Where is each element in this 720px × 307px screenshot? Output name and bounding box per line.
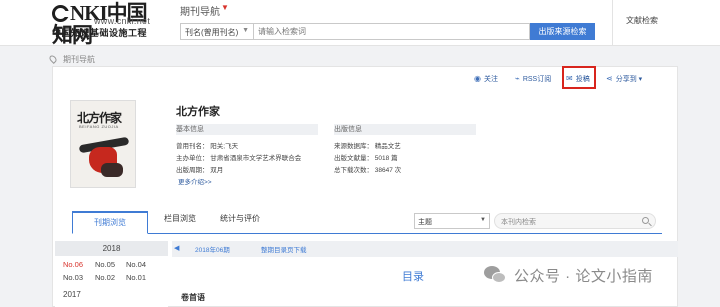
watermark: 公众号 · 论文小指南: [484, 262, 714, 290]
rss-icon: ⌁: [515, 74, 520, 83]
issue-no06[interactable]: No.06: [63, 260, 83, 269]
wechat-icon: [484, 266, 506, 284]
logo-c-icon: [52, 5, 70, 22]
sponsor: 主办单位： 甘肃省酒泉市文学艺术界联合会: [176, 155, 302, 162]
prev-issue-icon[interactable]: ◀: [174, 244, 179, 252]
search-icon[interactable]: [642, 217, 649, 224]
cover-subtitle: BEIFANG ZUOJIA: [79, 124, 119, 129]
source-search-button[interactable]: 出版来源检索: [530, 23, 595, 40]
breadcrumb: 期刊导航: [48, 54, 95, 65]
tab-stats[interactable]: 统计与评价: [220, 213, 260, 224]
eye-icon: ◉: [474, 74, 481, 83]
issue-no05[interactable]: No.05: [95, 260, 115, 269]
pub-info-header: 出版信息: [334, 124, 476, 135]
year-2018[interactable]: 2018: [55, 241, 168, 256]
issue-toc-download[interactable]: 整期目录页下载: [261, 244, 307, 254]
issue-bar: [172, 241, 678, 257]
share-icon: ⋖: [606, 74, 613, 83]
follow-button[interactable]: ◉ 关注: [474, 74, 498, 84]
toc-section: 卷首语: [181, 293, 205, 302]
tab-issue-browse[interactable]: 刊期浏览: [72, 211, 148, 234]
rss-button[interactable]: ⌁ RSS订阅: [515, 74, 551, 84]
pub-count: 出版文献量： 5018 篇: [334, 155, 398, 162]
pub-cycle: 出版周期： 双月: [176, 167, 224, 174]
toc-title: 目录: [402, 271, 424, 283]
location-pin-icon: [48, 54, 58, 64]
top-header: NKI中国知网 www.cnki.net 中国知识基础设施工程 期刊导航 ▼ 刊…: [0, 0, 720, 46]
tabs-underline: [72, 233, 662, 234]
topic-select[interactable]: 主题 ▼: [414, 213, 490, 229]
inner-search-input[interactable]: 本刊内检索: [494, 213, 656, 229]
tab-column-browse[interactable]: 栏目浏览: [164, 213, 196, 224]
header-divider: [612, 0, 613, 46]
basic-info-header: 基本信息: [176, 124, 318, 135]
journal-title: 北方作家: [176, 106, 220, 118]
watermark-text: 公众号 · 论文小指南: [514, 268, 653, 285]
contribute-highlight: [562, 66, 596, 89]
download-count: 总下载次数： 38647 次: [334, 167, 402, 174]
search-field-select[interactable]: 刊名(曾用刊名) ▼: [180, 23, 254, 40]
logo-subtitle: 中国知识基础设施工程: [52, 28, 148, 38]
share-button[interactable]: ⋖ 分享到 ▾: [606, 74, 642, 84]
doc-search-link[interactable]: 文献检索: [626, 15, 658, 26]
former-name: 曾用刊名： 阳关;飞天: [176, 143, 239, 150]
issue-no03[interactable]: No.03: [63, 273, 83, 282]
search-input[interactable]: [254, 23, 530, 40]
chevron-down-icon: ▼: [242, 27, 249, 34]
issue-no04[interactable]: No.04: [126, 260, 146, 269]
source-db: 来源数据库： 精品文艺: [334, 143, 401, 150]
cover-artwork: [77, 135, 133, 179]
issue-no02[interactable]: No.02: [95, 273, 115, 282]
logo-url: www.cnki.net: [94, 16, 151, 26]
issue-no01[interactable]: No.01: [126, 273, 146, 282]
current-issue: 2018年06期: [195, 247, 230, 254]
chevron-down-icon[interactable]: ▼: [221, 3, 229, 12]
chevron-down-icon: ▼: [480, 217, 486, 223]
cnki-logo[interactable]: NKI中国知网 www.cnki.net 中国知识基础设施工程: [52, 2, 162, 46]
journal-cover: 北方作家 BEIFANG ZUOJIA: [70, 100, 136, 188]
more-intro-link[interactable]: 更多介绍>>: [178, 176, 212, 186]
journal-nav-menu[interactable]: 期刊导航: [180, 3, 220, 18]
breadcrumb-item[interactable]: 期刊导航: [63, 55, 95, 64]
year-2017[interactable]: 2017: [63, 290, 81, 299]
